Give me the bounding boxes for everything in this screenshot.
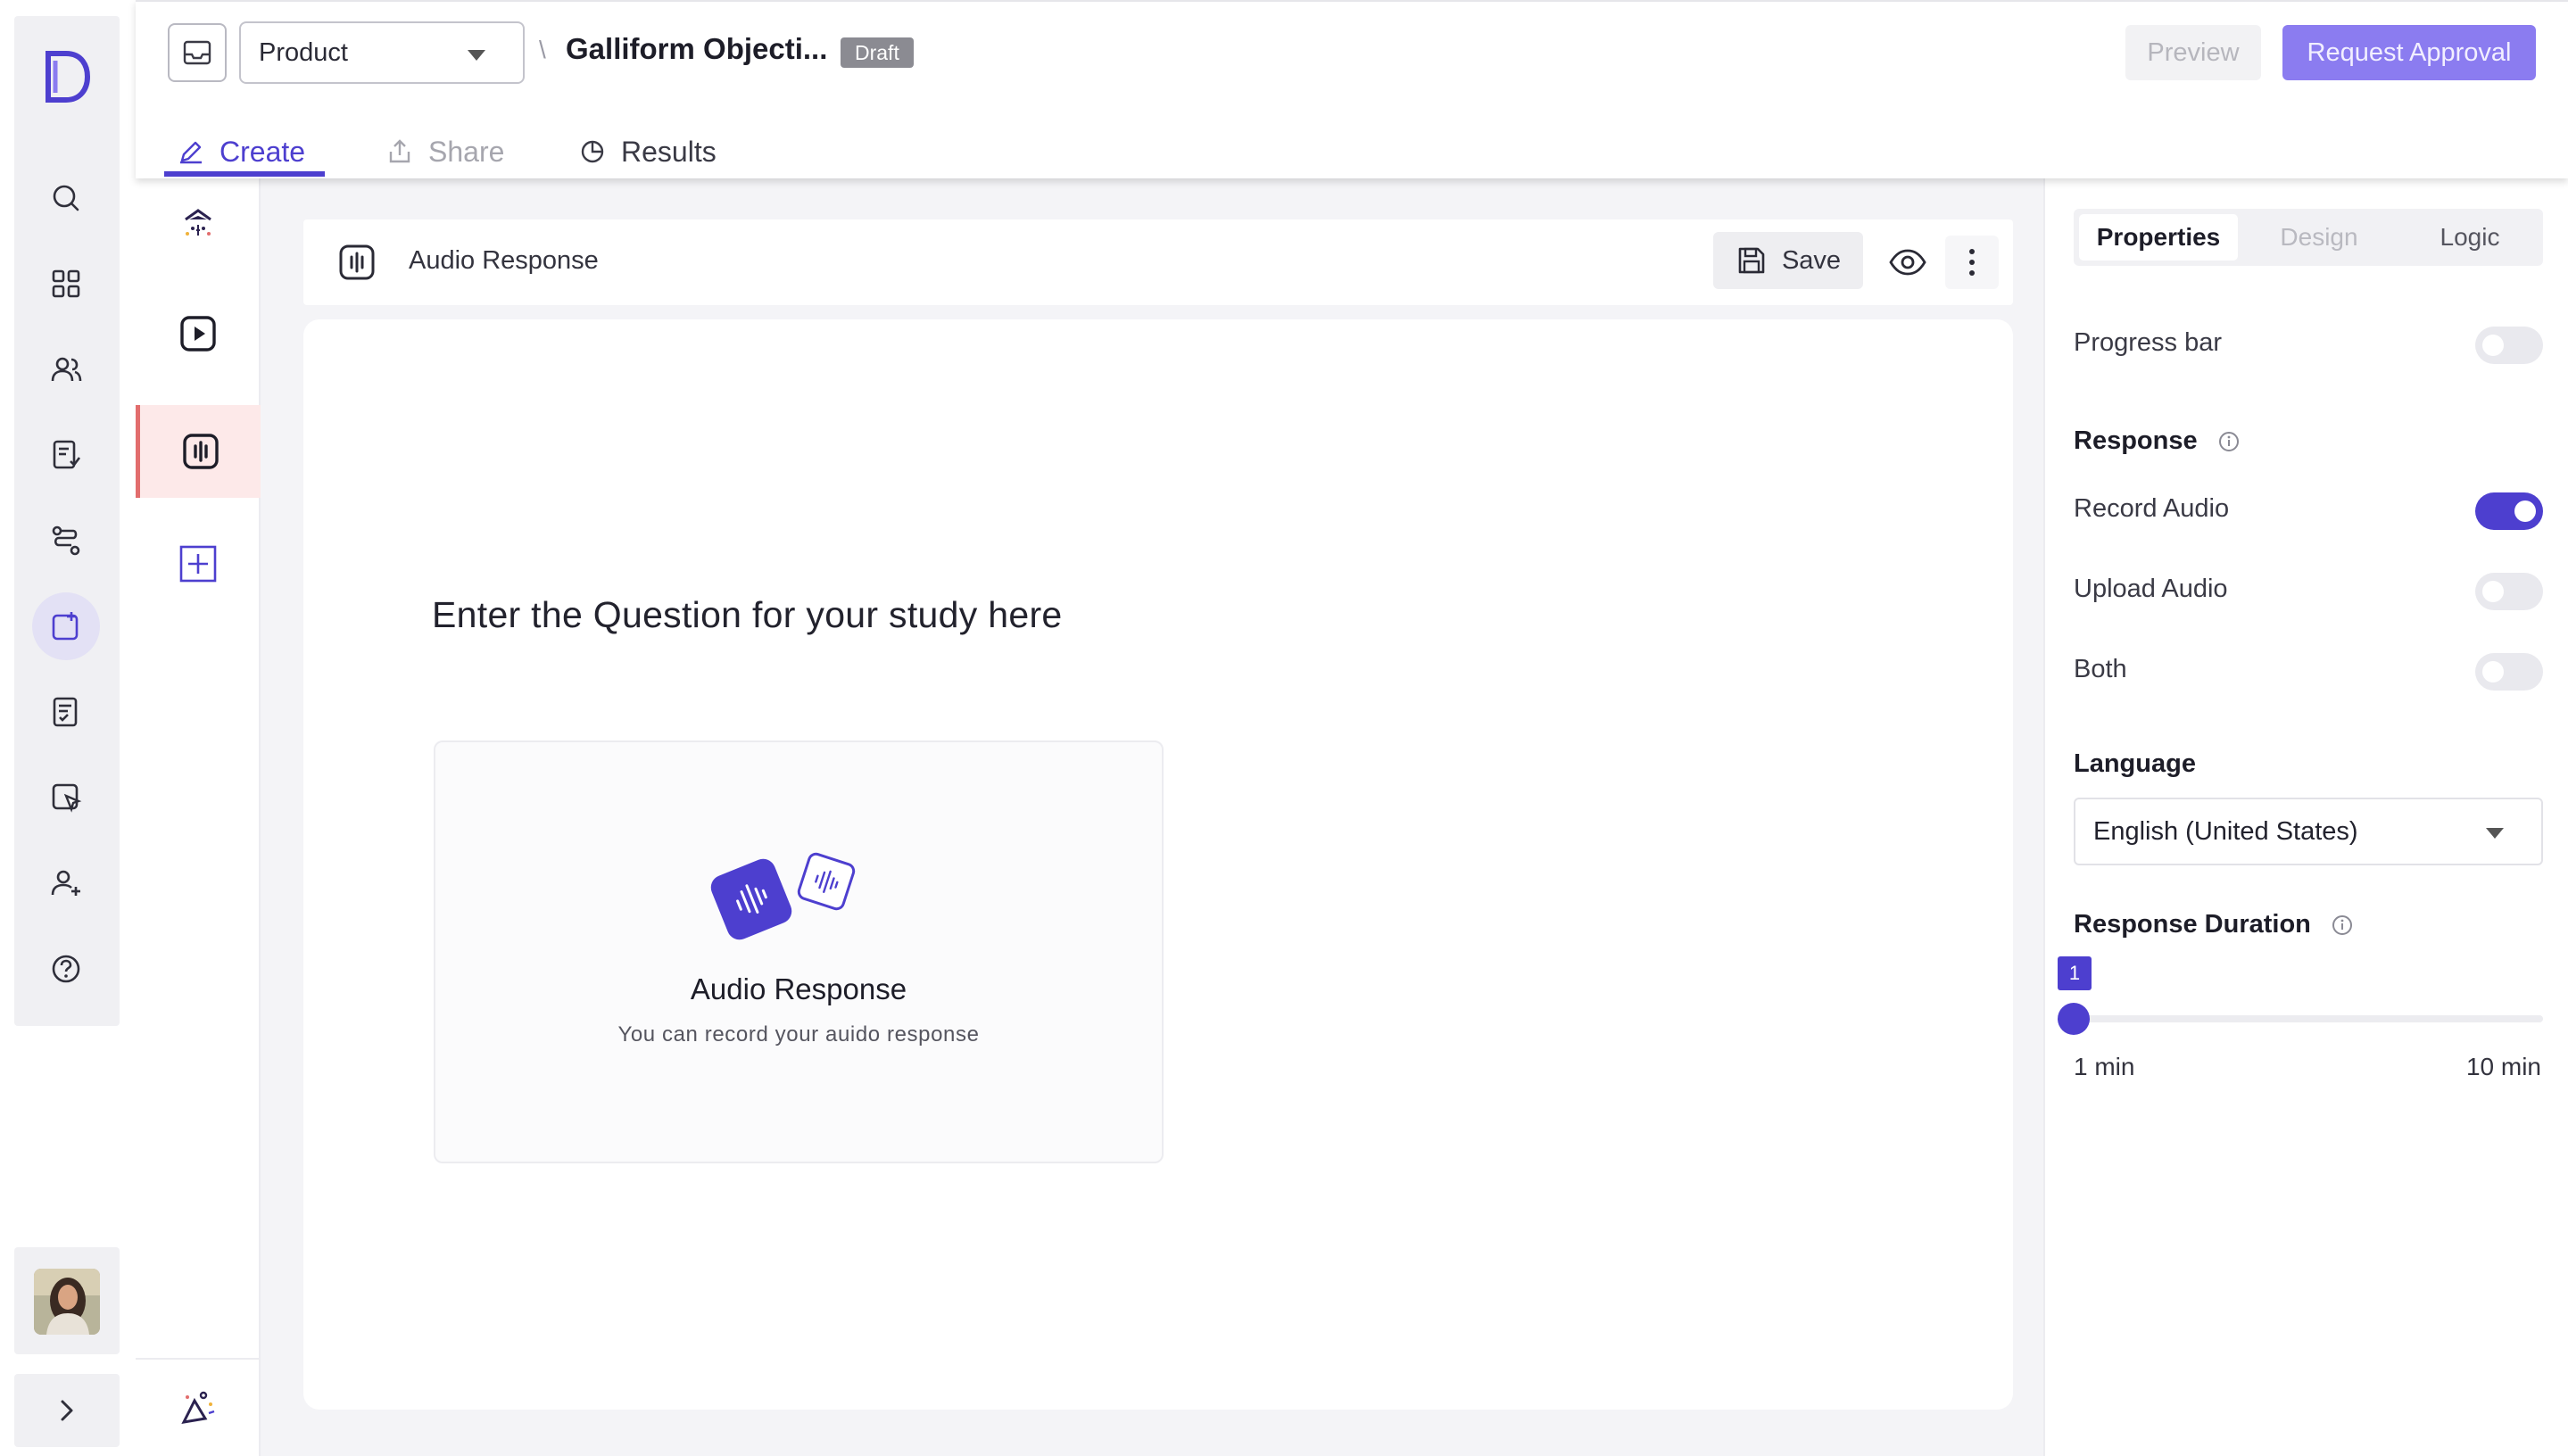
duration-slider-track[interactable] xyxy=(2074,1015,2543,1022)
tab-create-label: Create xyxy=(220,135,306,168)
both-label: Both xyxy=(2074,655,2127,683)
audio-question-type-icon xyxy=(339,244,375,280)
audio-response-illustration-icon xyxy=(710,852,856,940)
question-text-input[interactable]: Enter the Question for your study here xyxy=(432,594,1063,636)
both-row: Both xyxy=(2074,646,2543,691)
tab-results-label: Results xyxy=(621,135,717,168)
audio-response-box[interactable]: Audio Response You can record your auido… xyxy=(434,740,1164,1163)
audio-response-subtitle: You can record your auido response xyxy=(617,1022,980,1046)
preview-button[interactable]: Preview xyxy=(2125,25,2261,80)
breadcrumb-separator: \ xyxy=(539,36,546,63)
audio-question-icon[interactable] xyxy=(136,405,261,498)
upload-audio-toggle[interactable] xyxy=(2475,573,2543,610)
save-icon xyxy=(1738,247,1765,274)
question-card: Enter the Question for your study here A… xyxy=(303,319,2013,1410)
tab-create[interactable]: Create xyxy=(177,125,305,178)
duration-min-label: 1 min xyxy=(2074,1053,2135,1080)
response-section-title: Response xyxy=(2074,426,2241,456)
progress-bar-label: Progress bar xyxy=(2074,328,2223,357)
profile-area xyxy=(14,1247,120,1354)
info-icon[interactable] xyxy=(2217,430,2241,453)
upload-audio-row: Upload Audio xyxy=(2074,566,2543,610)
progress-bar-row: Progress bar xyxy=(2074,319,2543,364)
search-icon[interactable] xyxy=(32,164,100,232)
product-select[interactable]: Product xyxy=(239,21,525,84)
top-header: Product \ Galliform Objecti... Draft Pre… xyxy=(136,0,2568,178)
caret-down-icon xyxy=(2486,828,2504,839)
language-title: Language xyxy=(2074,749,2196,778)
duration-value-bubble: 1 xyxy=(2058,956,2092,990)
save-button[interactable]: Save xyxy=(1713,232,1863,289)
status-badge: Draft xyxy=(841,37,914,68)
record-audio-toggle[interactable] xyxy=(2475,492,2543,530)
save-label: Save xyxy=(1781,245,1842,275)
add-question-icon[interactable] xyxy=(136,517,261,610)
tab-logic[interactable]: Logic xyxy=(2398,214,2541,261)
inbox-button[interactable] xyxy=(168,23,227,82)
survey-icon[interactable] xyxy=(32,421,100,489)
journey-icon[interactable] xyxy=(32,507,100,575)
tab-design[interactable]: Design xyxy=(2243,214,2395,261)
product-select-value: Product xyxy=(259,37,348,67)
audio-response-title: Audio Response xyxy=(690,972,907,1005)
response-title: Response xyxy=(2074,426,2198,455)
response-duration-section-title: Response Duration xyxy=(2074,910,2354,939)
avatar[interactable] xyxy=(34,1269,100,1335)
tasks-icon[interactable] xyxy=(32,678,100,746)
welcome-screen-icon[interactable] xyxy=(136,178,261,271)
expand-sidebar-button[interactable] xyxy=(14,1374,120,1447)
usability-test-icon[interactable] xyxy=(32,764,100,831)
progress-bar-toggle[interactable] xyxy=(2475,327,2543,364)
question-toolbar: Audio Response Save xyxy=(303,219,2013,305)
question-list xyxy=(136,178,261,1456)
both-toggle[interactable] xyxy=(2475,653,2543,691)
more-vertical-icon xyxy=(1969,249,1975,276)
create-study-icon[interactable] xyxy=(32,592,100,660)
study-title[interactable]: Galliform Objecti... xyxy=(566,32,827,66)
pie-chart-icon xyxy=(581,140,604,163)
inbox-icon xyxy=(183,40,211,65)
editor-canvas: Audio Response Save Enter the Question f… xyxy=(261,178,2043,1456)
dashboard-grid-icon[interactable] xyxy=(32,250,100,318)
tab-results[interactable]: Results xyxy=(578,125,717,178)
pencil-icon xyxy=(180,141,202,164)
share-icon xyxy=(389,139,410,163)
response-duration-title: Response Duration xyxy=(2074,910,2311,939)
question-type-label: Audio Response xyxy=(409,246,599,275)
language-select[interactable]: English (United States) xyxy=(2074,798,2543,865)
more-options-button[interactable] xyxy=(1945,236,1999,289)
eye-icon xyxy=(1889,249,1926,276)
record-audio-row: Record Audio xyxy=(2074,485,2543,530)
users-icon[interactable] xyxy=(32,335,100,403)
caret-down-icon xyxy=(468,50,485,61)
language-select-value: English (United States) xyxy=(2093,817,2358,846)
help-icon[interactable] xyxy=(32,935,100,1003)
request-approval-button[interactable]: Request Approval xyxy=(2282,25,2536,80)
thank-you-screen-icon[interactable] xyxy=(136,1358,261,1456)
info-icon[interactable] xyxy=(2331,914,2354,937)
preview-question-button[interactable] xyxy=(1881,236,1934,289)
tab-properties[interactable]: Properties xyxy=(2079,214,2238,261)
upload-audio-label: Upload Audio xyxy=(2074,575,2228,603)
tab-share[interactable]: Share xyxy=(385,125,504,178)
duration-slider-thumb[interactable] xyxy=(2058,1003,2090,1035)
active-tab-indicator xyxy=(164,171,325,177)
chevron-right-icon xyxy=(61,1400,73,1421)
nav-rail xyxy=(14,16,120,1026)
record-audio-label: Record Audio xyxy=(2074,494,2230,523)
duration-max-label: 10 min xyxy=(2465,1053,2541,1080)
tab-share-label: Share xyxy=(428,135,505,168)
properties-panel: Properties Design Logic Progress bar Res… xyxy=(2043,178,2568,1456)
video-question-icon[interactable] xyxy=(136,287,261,380)
app-logo-icon[interactable] xyxy=(43,48,91,105)
panel-tabs: Properties Design Logic xyxy=(2074,209,2543,266)
add-participant-icon[interactable] xyxy=(32,849,100,917)
